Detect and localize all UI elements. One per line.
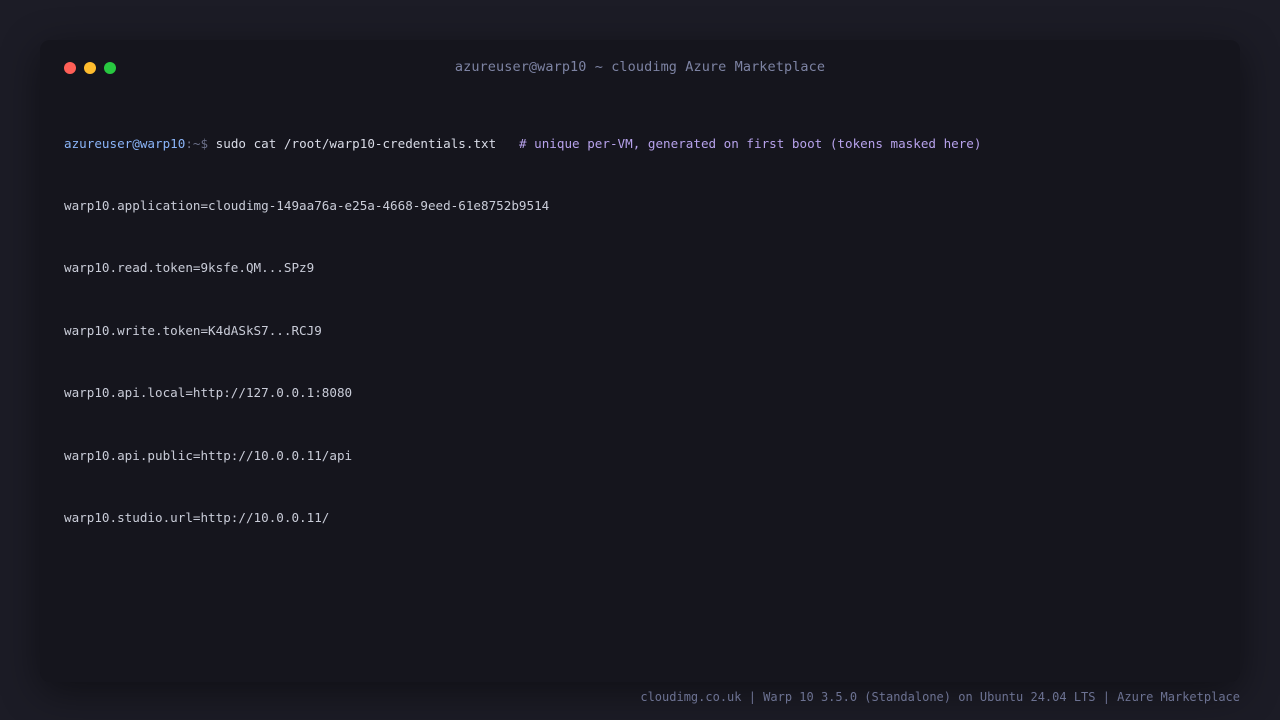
output-line: warp10.write.token=K4dASkS7...RCJ9 xyxy=(64,322,322,338)
output-line: warp10.studio.url=http://10.0.0.11/ xyxy=(64,509,330,525)
command-comment: # unique per-VM, generated on first boot… xyxy=(518,135,982,151)
footer-caption: cloudimg.co.uk | Warp 10 3.5.0 (Standalo… xyxy=(640,690,1240,704)
window-title: azureuser@warp10 ~ cloudimg Azure Market… xyxy=(454,59,826,75)
terminal-output[interactable]: azureuser@warp10:~$ sudo cat /root/warp1… xyxy=(64,92,1216,570)
output-line: warp10.api.public=http://10.0.0.11/api xyxy=(64,447,353,463)
prompt-user: azureuser@warp10 xyxy=(64,135,186,151)
terminal-window: azureuser@warp10 ~ cloudimg Azure Market… xyxy=(40,40,1240,682)
output-line: warp10.read.token=9ksfe.QM...SPz9 xyxy=(64,260,315,276)
command-line: azureuser@warp10:~$ sudo cat /root/warp1… xyxy=(64,134,1216,155)
command-text: sudo cat /root/warp10-credentials.txt xyxy=(215,135,497,151)
title-bar: azureuser@warp10 ~ cloudimg Azure Market… xyxy=(40,40,1240,96)
prompt-symbol: :~$ xyxy=(185,135,209,151)
output-line: warp10.api.local=http://127.0.0.1:8080 xyxy=(64,385,353,401)
output-line: warp10.application=cloudimg-149aa76a-e25… xyxy=(64,197,550,213)
